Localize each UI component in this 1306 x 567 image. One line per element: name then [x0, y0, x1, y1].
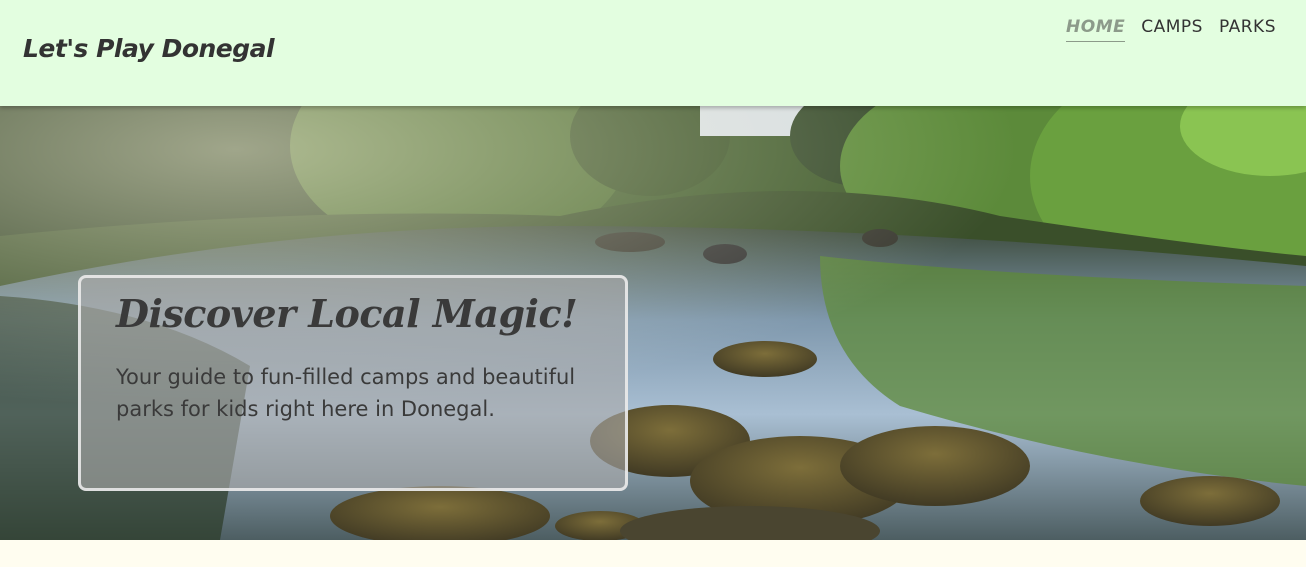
- main-nav: HOME CAMPS PARKS: [1066, 17, 1276, 42]
- content-area: [0, 540, 1306, 567]
- hero-section: Discover Local Magic! Your guide to fun-…: [0, 106, 1306, 540]
- nav-parks-link[interactable]: PARKS: [1219, 17, 1276, 42]
- nav-camps-link[interactable]: CAMPS: [1141, 17, 1203, 42]
- hero-card: Discover Local Magic! Your guide to fun-…: [78, 275, 628, 491]
- site-logo[interactable]: Let's Play Donegal: [23, 34, 275, 63]
- hero-title: Discover Local Magic!: [116, 291, 578, 336]
- hero-subtitle: Your guide to fun-filled camps and beaut…: [116, 364, 576, 421]
- site-header: Let's Play Donegal HOME CAMPS PARKS: [0, 0, 1306, 106]
- nav-home-link[interactable]: HOME: [1066, 17, 1126, 42]
